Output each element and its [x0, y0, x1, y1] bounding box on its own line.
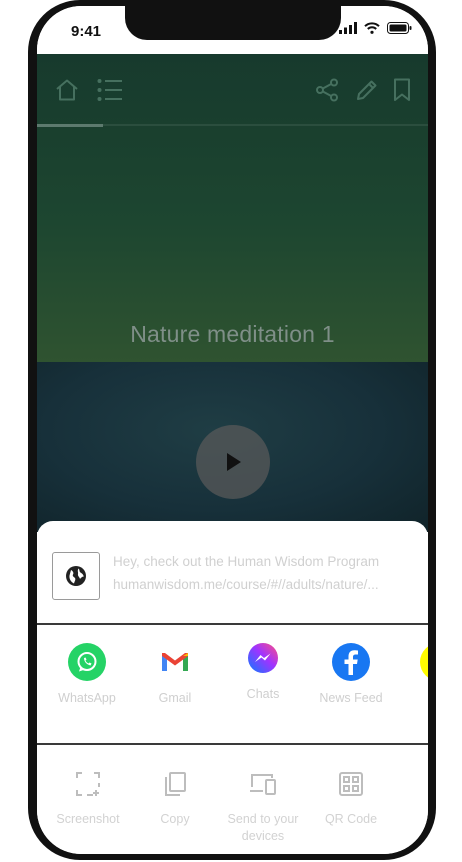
- share-icon[interactable]: [315, 78, 339, 102]
- snapchat-icon: [420, 643, 428, 681]
- share-app-facebook[interactable]: News Feed: [306, 643, 396, 705]
- play-icon: [227, 453, 241, 471]
- globe-icon: [66, 566, 86, 586]
- screenshot-icon: [76, 772, 100, 796]
- lesson-progress-fill: [37, 124, 104, 127]
- copy-icon: [165, 772, 186, 796]
- lesson-progress-bar: [37, 124, 428, 127]
- divider: [37, 743, 428, 745]
- qr-code-icon: [339, 772, 363, 796]
- video-thumbnail[interactable]: [37, 362, 428, 532]
- battery-icon: [387, 22, 412, 34]
- bookmark-icon[interactable]: [393, 78, 411, 102]
- share-url: humanwisdom.me/course/#//adults/nature/.…: [113, 577, 379, 592]
- share-sheet: Hey, check out the Human Wisdom Program …: [37, 521, 428, 854]
- action-send-to-devices[interactable]: Send to your devices: [217, 769, 309, 845]
- whatsapp-icon: [68, 643, 106, 681]
- action-qr-code[interactable]: QR Code: [305, 769, 397, 828]
- signal-icon: [339, 22, 357, 34]
- action-screenshot[interactable]: Screenshot: [42, 769, 134, 828]
- edit-icon[interactable]: [355, 78, 379, 102]
- share-app-gmail[interactable]: Gmail: [130, 643, 220, 705]
- messenger-icon: [248, 643, 278, 673]
- action-label: Screenshot: [56, 812, 120, 826]
- devices-icon: [250, 774, 276, 795]
- app-label: Gmail: [158, 691, 192, 705]
- wifi-icon: [364, 22, 380, 34]
- app-label: Sn: [394, 691, 428, 705]
- divider: [37, 623, 428, 625]
- lesson-header: Nature meditation 1: [37, 54, 428, 362]
- action-label: QR Code: [324, 812, 378, 826]
- share-app-snapchat[interactable]: Sn: [394, 643, 428, 705]
- share-app-whatsapp[interactable]: WhatsApp: [42, 643, 132, 705]
- action-copy[interactable]: Copy: [129, 769, 221, 828]
- play-button[interactable]: [196, 425, 270, 499]
- phone-screen: 9:41 Nature meditation 1 Hey, check out …: [37, 6, 428, 854]
- app-label: Chats: [246, 687, 280, 701]
- share-preview: Hey, check out the Human Wisdom Program …: [37, 521, 428, 621]
- list-icon[interactable]: [97, 78, 123, 102]
- home-icon[interactable]: [55, 78, 79, 102]
- share-app-messenger[interactable]: Chats: [218, 643, 308, 701]
- status-time: 9:41: [71, 23, 102, 40]
- action-label: Send to your devices: [227, 812, 299, 843]
- status-bar: 9:41: [37, 6, 428, 54]
- facebook-icon: [332, 643, 370, 681]
- gmail-icon: [156, 643, 194, 681]
- app-label: News Feed: [319, 691, 383, 705]
- share-message: Hey, check out the Human Wisdom Program: [113, 554, 380, 569]
- notch: [125, 6, 341, 40]
- app-label: WhatsApp: [58, 691, 116, 705]
- action-label: Copy: [160, 812, 190, 826]
- status-icons: [339, 22, 412, 34]
- lesson-title: Nature meditation 1: [130, 321, 335, 347]
- link-preview-thumbnail: [52, 552, 100, 600]
